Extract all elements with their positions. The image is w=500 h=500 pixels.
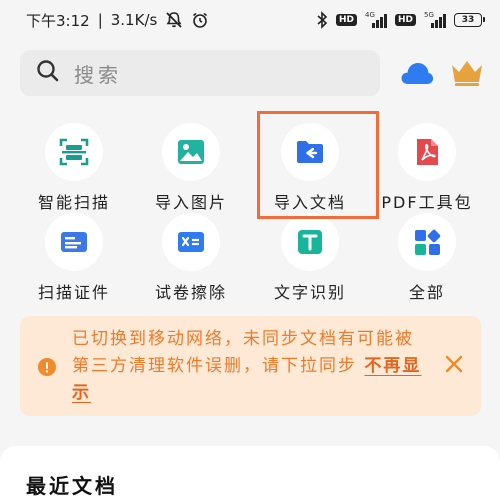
tool-label: 文字识别 — [273, 283, 346, 302]
notice-message: 已切换到移动网络，未同步文档有可能被第三方清理软件误删，请下拉同步 不再显示 — [72, 326, 424, 407]
tool-label: 导入图片 — [154, 193, 227, 212]
id-card-icon — [61, 232, 87, 252]
tool-label: 全部 — [408, 283, 445, 302]
tool-label: 智能扫描 — [37, 193, 110, 212]
tool-pdf-kit[interactable]: PDF工具包 — [367, 123, 487, 219]
pdf-icon — [417, 139, 438, 165]
tool-icon-bg — [162, 123, 220, 181]
tool-smart-scan[interactable]: 智能扫描 — [14, 123, 134, 219]
scan-icon — [59, 138, 89, 166]
tool-label: PDF工具包 — [381, 193, 473, 212]
tool-icon-bg — [398, 123, 456, 181]
recent-documents-section: 最近文档 — [0, 446, 500, 500]
tool-import-document[interactable]: 导入文档 — [250, 123, 370, 219]
tool-scan-id[interactable]: 扫描证件 — [14, 213, 134, 309]
sim1-hd-badge: HD — [335, 14, 357, 26]
tool-label: 扫描证件 — [37, 283, 110, 302]
tool-icon-bg — [281, 123, 339, 181]
sim2-hd-badge: HD — [394, 14, 416, 26]
tool-icon-bg — [45, 213, 103, 271]
status-left: 下午3:12 | 3.1K/s — [26, 10, 209, 31]
tool-icon-bg — [281, 213, 339, 271]
eraser-icon — [178, 232, 204, 252]
folder-import-icon — [297, 141, 323, 163]
sim1-signal-icon: 4G — [365, 11, 387, 28]
grid-icon — [415, 229, 441, 255]
text-recognition-icon — [298, 230, 322, 254]
warning-icon — [38, 358, 56, 376]
tool-icon-bg — [45, 123, 103, 181]
close-icon — [445, 355, 463, 373]
mute-icon — [165, 11, 183, 29]
notice-close-button[interactable] — [443, 353, 465, 375]
status-bar: 下午3:12 | 3.1K/s HD 4G HD 5G 33 — [0, 0, 500, 40]
cloud-sync-button[interactable] — [399, 58, 435, 88]
crown-icon — [452, 61, 482, 86]
status-time: 下午3:12 — [26, 11, 90, 30]
search-icon — [36, 59, 60, 87]
tool-label: 试卷擦除 — [154, 283, 227, 302]
sim2-signal-icon: 5G — [424, 11, 446, 28]
tool-text-recognition[interactable]: 文字识别 — [250, 213, 370, 309]
recent-documents-title: 最近文档 — [26, 474, 118, 498]
alarm-icon — [191, 11, 209, 29]
cloud-icon — [401, 63, 434, 84]
tool-icon-bg — [398, 213, 456, 271]
battery-level: 33 — [461, 15, 475, 25]
notice-text: 已切换到移动网络，未同步文档有可能被第三方清理软件误删，请下拉同步 — [72, 329, 414, 376]
battery-indicator: 33 — [454, 13, 485, 27]
tool-all[interactable]: 全部 — [367, 213, 487, 309]
sync-notice-banner: 已切换到移动网络，未同步文档有可能被第三方清理软件误删，请下拉同步 不再显示 — [20, 316, 481, 416]
tool-import-image[interactable]: 导入图片 — [131, 123, 251, 219]
tool-exam-erase[interactable]: 试卷擦除 — [131, 213, 251, 309]
search-placeholder: 搜索 — [74, 62, 122, 87]
tool-icon-bg — [162, 213, 220, 271]
tool-label: 导入文档 — [273, 193, 346, 212]
network-speed: 3.1K/s — [110, 11, 158, 29]
vip-button[interactable] — [448, 56, 486, 88]
image-icon — [178, 140, 204, 164]
bluetooth-icon — [316, 11, 328, 29]
status-separator: | — [97, 11, 103, 29]
status-right: HD 4G HD 5G 33 — [316, 11, 485, 29]
search-input[interactable]: 搜索 — [20, 50, 380, 96]
